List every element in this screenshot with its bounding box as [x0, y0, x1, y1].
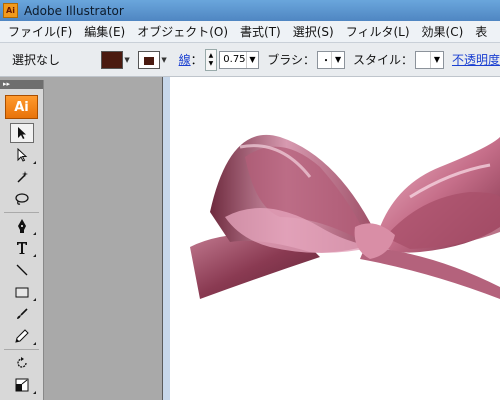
style-combo[interactable]: ▼ — [415, 50, 444, 69]
tool-flyout-indicator — [33, 254, 36, 257]
colon-separator: ： — [190, 53, 203, 67]
lasso-tool[interactable] — [10, 189, 34, 209]
illustrator-logo: Ai — [5, 95, 38, 119]
tool-flyout-indicator — [33, 391, 36, 394]
pen-icon — [18, 219, 26, 233]
arrow-icon — [18, 127, 26, 139]
menu-view[interactable]: 表 — [475, 23, 487, 40]
paintbrush-icon — [17, 308, 28, 319]
stroke-weight-spinner[interactable]: ▲ ▼ — [204, 48, 218, 71]
fill-dropdown-icon[interactable]: ▼ — [123, 51, 132, 69]
fill-swatch[interactable] — [100, 50, 123, 69]
tool-flyout-indicator — [33, 298, 36, 301]
magic-wand-icon — [17, 171, 28, 183]
stroke-color-control[interactable]: ▼ — [137, 50, 169, 69]
tool-flyout-indicator — [33, 161, 36, 164]
control-bar: 選択なし ▼ ▼ 線 ： ▲ ▼ 0.75 ▼ ブラシ： ・ ▼ スタイル： ▼… — [0, 43, 500, 77]
toolbox-panel: ▸▸ Ai — [0, 80, 44, 400]
selection-tool[interactable] — [10, 123, 34, 143]
tool-divider — [4, 349, 39, 350]
selection-status: 選択なし — [12, 53, 61, 67]
spinner-down-icon[interactable]: ▼ — [209, 60, 214, 68]
pasteboard[interactable] — [44, 77, 162, 400]
rectangle-tool[interactable] — [10, 282, 36, 302]
stroke-label[interactable]: 線 — [179, 51, 191, 68]
pencil-tool[interactable] — [10, 326, 36, 346]
hollow-arrow-icon — [17, 148, 28, 162]
lasso-icon — [15, 193, 29, 205]
tool-divider — [4, 212, 39, 213]
ribbon-bow-artwork[interactable] — [170, 77, 500, 400]
tool-flyout-indicator — [33, 232, 36, 235]
type-icon — [17, 242, 27, 254]
panel-collapse-handle[interactable]: ▸▸ — [0, 80, 43, 89]
type-tool[interactable] — [10, 238, 36, 258]
stroke-swatch[interactable] — [137, 50, 160, 69]
rotate-tool[interactable] — [10, 353, 34, 373]
fill-color-control[interactable]: ▼ — [100, 50, 132, 69]
tool-flyout-indicator — [33, 342, 36, 345]
artboard-canvas[interactable] — [170, 77, 500, 400]
menu-object[interactable]: オブジェクト(O) — [137, 23, 228, 40]
scale-icon — [15, 378, 29, 392]
menu-effect[interactable]: 効果(C) — [422, 23, 464, 40]
line-icon — [16, 264, 28, 276]
menu-edit[interactable]: 編集(E) — [84, 23, 125, 40]
brush-combo[interactable]: ・ ▼ — [317, 50, 346, 69]
direct-selection-tool[interactable] — [10, 145, 36, 165]
paintbrush-tool[interactable] — [10, 304, 34, 324]
pen-tool[interactable] — [10, 216, 36, 236]
window-title: Adobe Illustrator — [24, 3, 124, 18]
stroke-weight-combo[interactable]: 0.75 ▼ — [219, 50, 260, 69]
chevron-down-icon[interactable]: ▼ — [429, 51, 443, 68]
menu-filter[interactable]: フィルタ(L) — [346, 23, 410, 40]
pencil-icon — [15, 329, 29, 343]
chevron-down-icon[interactable]: ▼ — [245, 51, 259, 68]
menu-file[interactable]: ファイル(F) — [8, 23, 72, 40]
magic-wand-tool[interactable] — [10, 167, 34, 187]
chevron-down-icon[interactable]: ▼ — [331, 51, 344, 68]
menu-select[interactable]: 選択(S) — [293, 23, 334, 40]
rotate-icon — [17, 357, 27, 368]
scale-tool[interactable] — [10, 375, 36, 395]
title-bar: Ai Adobe Illustrator — [0, 0, 500, 21]
brush-label: ブラシ： — [267, 53, 316, 67]
menu-bar: ファイル(F) 編集(E) オブジェクト(O) 書式(T) 選択(S) フィルタ… — [0, 21, 500, 43]
app-icon: Ai — [3, 3, 18, 18]
stroke-dropdown-icon[interactable]: ▼ — [160, 51, 169, 69]
line-tool[interactable] — [10, 260, 34, 280]
menu-type[interactable]: 書式(T) — [240, 23, 281, 40]
rectangle-icon — [15, 287, 29, 298]
opacity-label[interactable]: 不透明度 — [452, 51, 500, 68]
spinner-up-icon[interactable]: ▲ — [209, 52, 214, 60]
brush-value[interactable]: ・ — [321, 52, 331, 67]
style-label: スタイル： — [353, 53, 414, 67]
stroke-weight-value[interactable]: 0.75 — [223, 54, 245, 65]
